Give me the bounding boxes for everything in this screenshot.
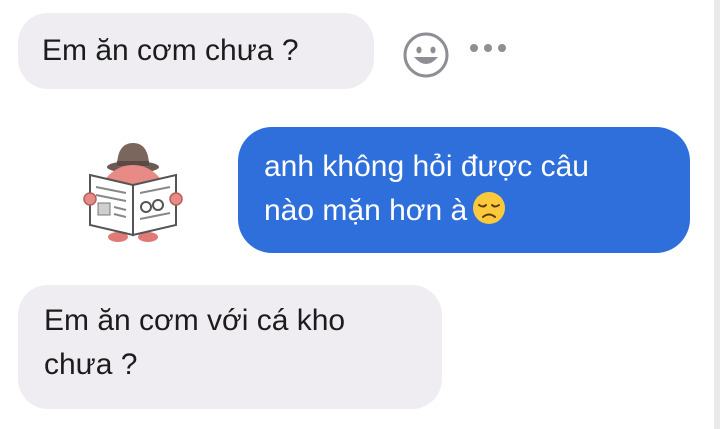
smiley-react-icon[interactable] [402,31,450,84]
disappointed-face-emoji [471,190,507,239]
more-options-icon[interactable] [470,44,510,54]
incoming-message-bubble[interactable]: Em ăn cơm chưa ? [18,13,374,89]
reading-newspaper-sticker [82,137,184,252]
message-text-line-1: Em ăn cơm với cá kho [44,304,346,337]
message-text-line-1: anh không hỏi được câu [264,150,589,183]
message-text-line-2: nào mặn hơn à [264,194,468,227]
message-text: Em ăn cơm chưa ? [42,34,299,67]
message-text-line-2: chưa ? [44,348,138,381]
incoming-message-bubble[interactable]: Em ăn cơm với cá kho chưa ? [18,285,442,409]
outgoing-message-bubble[interactable]: anh không hỏi được câu nào mặn hơn à [238,127,690,253]
scroll-edge [714,0,720,429]
